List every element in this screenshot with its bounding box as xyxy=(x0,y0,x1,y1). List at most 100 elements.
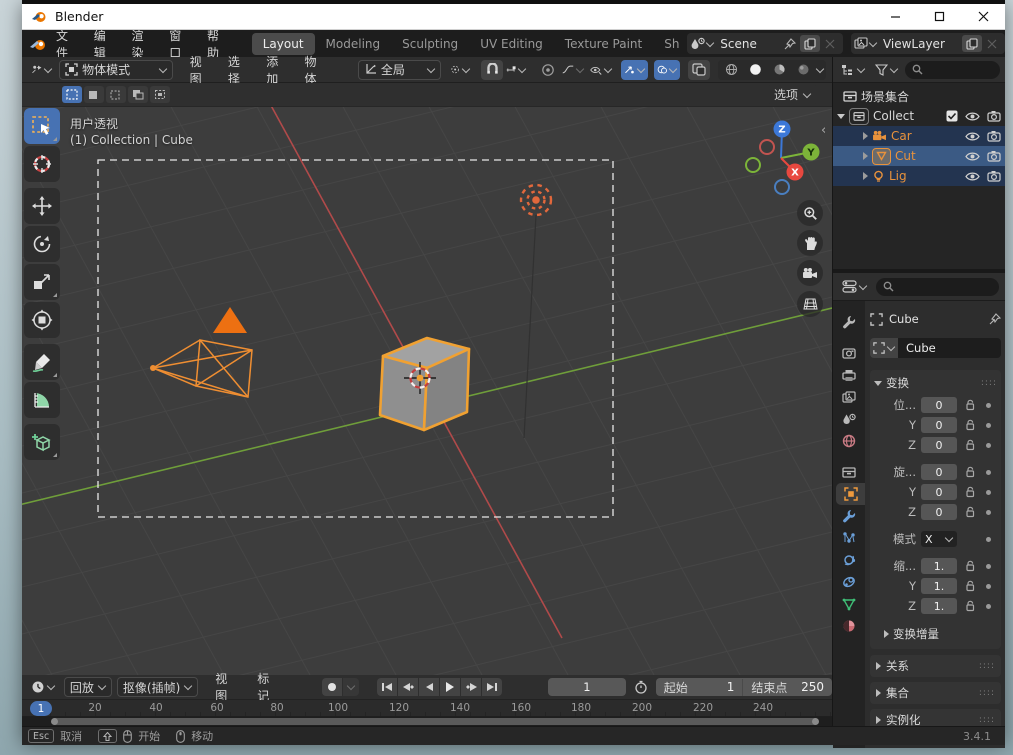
lock-icon[interactable] xyxy=(965,399,976,411)
jump-to-end-button[interactable] xyxy=(482,678,503,696)
playhead[interactable]: 1 xyxy=(30,701,52,716)
proportional-edit-button[interactable] xyxy=(537,60,559,80)
outliner-filter-button[interactable] xyxy=(872,60,901,80)
scale-y-field[interactable]: 1. xyxy=(921,578,957,594)
eye-icon[interactable] xyxy=(965,111,980,122)
animate-dot[interactable] xyxy=(986,402,991,408)
auto-keying-button[interactable] xyxy=(322,678,343,696)
play-reverse-button[interactable] xyxy=(419,678,440,696)
tool-rotate[interactable] xyxy=(24,226,60,262)
tab-material[interactable] xyxy=(833,615,865,637)
lock-icon[interactable] xyxy=(965,419,976,431)
animate-dot[interactable] xyxy=(986,469,991,475)
lock-icon[interactable] xyxy=(965,506,976,518)
camera-restrict-icon[interactable] xyxy=(987,170,1001,182)
animate-dot[interactable] xyxy=(986,442,991,448)
shading-material-button[interactable] xyxy=(768,60,790,80)
tab-particles[interactable] xyxy=(833,527,865,549)
eye-icon[interactable] xyxy=(965,171,980,182)
tool-transform[interactable] xyxy=(24,302,60,338)
tab-tool[interactable] xyxy=(833,311,865,333)
tab-view-layer[interactable] xyxy=(833,386,865,408)
blender-menu-icon[interactable] xyxy=(29,37,47,51)
zoom-button[interactable] xyxy=(797,200,823,226)
tab-output[interactable] xyxy=(833,364,865,386)
outliner-row-collection[interactable]: Collect xyxy=(833,106,1005,126)
scrollbar-handle[interactable] xyxy=(51,718,819,725)
expand-icon[interactable] xyxy=(863,132,868,140)
expand-icon[interactable] xyxy=(863,152,868,160)
checkbox-icon[interactable] xyxy=(946,110,958,122)
chevron-down-icon[interactable] xyxy=(869,40,877,48)
xray-toggle-button[interactable] xyxy=(688,59,711,80)
lock-icon[interactable] xyxy=(965,466,976,478)
outliner-row-scene-collection[interactable]: 场景集合 xyxy=(833,86,1005,106)
tab-sculpting[interactable]: Sculpting xyxy=(391,33,469,55)
editor-type-button[interactable] xyxy=(28,60,55,80)
properties-search-input[interactable] xyxy=(876,277,999,296)
play-button[interactable] xyxy=(440,678,461,696)
outliner-display-mode-button[interactable] xyxy=(838,60,868,80)
drag-grip-icon[interactable]: :::: xyxy=(981,378,997,388)
timeline-editor-type-button[interactable] xyxy=(28,677,58,697)
viewlayer-icon[interactable] xyxy=(854,37,869,50)
chevron-down-icon[interactable] xyxy=(706,40,714,48)
select-mode-invert-button[interactable] xyxy=(128,86,148,103)
rotation-z-field[interactable]: 0 xyxy=(921,504,957,520)
outliner-row-camera[interactable]: Car xyxy=(833,126,1005,146)
section-collections[interactable]: 集合:::: xyxy=(870,682,1001,704)
tab-texture-paint[interactable]: Texture Paint xyxy=(554,33,653,55)
scene-name[interactable]: Scene xyxy=(714,37,780,51)
tab-object[interactable] xyxy=(836,483,865,505)
animate-dot[interactable] xyxy=(986,536,991,542)
outliner-row-cube[interactable]: Cut xyxy=(833,146,1005,166)
animate-dot[interactable] xyxy=(986,509,991,515)
pan-button[interactable] xyxy=(797,230,823,256)
transform-panel-header[interactable]: 变换 :::: xyxy=(874,374,997,392)
tab-shading[interactable]: Sh xyxy=(653,33,679,55)
proportional-falloff-button[interactable] xyxy=(559,60,587,80)
tool-add-cube[interactable] xyxy=(24,424,60,460)
location-x-field[interactable]: 0 xyxy=(921,397,957,413)
maximize-button[interactable] xyxy=(917,4,961,30)
prev-keyframe-button[interactable] xyxy=(398,678,419,696)
tool-annotate[interactable] xyxy=(24,344,60,380)
timeline-ruler[interactable]: 1 20 40 60 80 100 120 140 160 180 200 22… xyxy=(22,700,832,717)
tab-uv-editing[interactable]: UV Editing xyxy=(469,33,554,55)
pin-icon[interactable] xyxy=(780,35,800,52)
delta-transform-subpanel[interactable]: 变换增量 xyxy=(874,625,997,643)
select-mode-extend-button[interactable] xyxy=(84,86,104,103)
tool-measure[interactable] xyxy=(24,382,60,418)
viewlayer-name[interactable]: ViewLayer xyxy=(877,37,962,51)
eye-icon[interactable] xyxy=(965,131,980,142)
outliner-search-input[interactable] xyxy=(905,60,1000,79)
collapse-sidebar-icon[interactable]: ‹ xyxy=(821,123,826,138)
orientation-dropdown[interactable]: 全局 xyxy=(357,59,441,80)
object-name-field[interactable]: Cube xyxy=(898,338,1001,358)
show-gizmo-button[interactable] xyxy=(621,59,648,80)
camera-view-button[interactable] xyxy=(797,260,823,286)
scale-x-field[interactable]: 1. xyxy=(921,558,957,574)
end-frame-field[interactable]: 结束点 250 xyxy=(743,679,832,696)
next-keyframe-button[interactable] xyxy=(461,678,482,696)
camera-restrict-icon[interactable] xyxy=(987,150,1001,162)
current-frame-field[interactable]: 1 xyxy=(548,678,626,696)
section-relations[interactable]: 关系:::: xyxy=(870,655,1001,677)
expand-icon[interactable] xyxy=(837,113,845,119)
location-z-field[interactable]: 0 xyxy=(921,437,957,453)
tab-physics[interactable] xyxy=(833,549,865,571)
object-id-button[interactable] xyxy=(870,338,898,358)
eye-icon[interactable] xyxy=(965,151,980,162)
rotation-x-field[interactable]: 0 xyxy=(921,464,957,480)
new-scene-button[interactable] xyxy=(799,35,820,52)
select-mode-set-button[interactable] xyxy=(62,86,82,103)
tab-modifiers[interactable] xyxy=(833,505,865,527)
tab-collection-props[interactable] xyxy=(833,461,865,483)
camera-restrict-icon[interactable] xyxy=(987,110,1001,122)
close-button[interactable] xyxy=(961,4,1005,30)
mode-dropdown[interactable]: 物体模式 xyxy=(59,59,173,80)
tool-select-box[interactable] xyxy=(24,108,60,144)
animate-dot[interactable] xyxy=(986,583,991,589)
viewport-3d[interactable]: Z Y X 选项 用户透视 (1) Collection | Cube ‹ xyxy=(22,83,832,675)
scene-browse-icon[interactable] xyxy=(690,37,706,51)
